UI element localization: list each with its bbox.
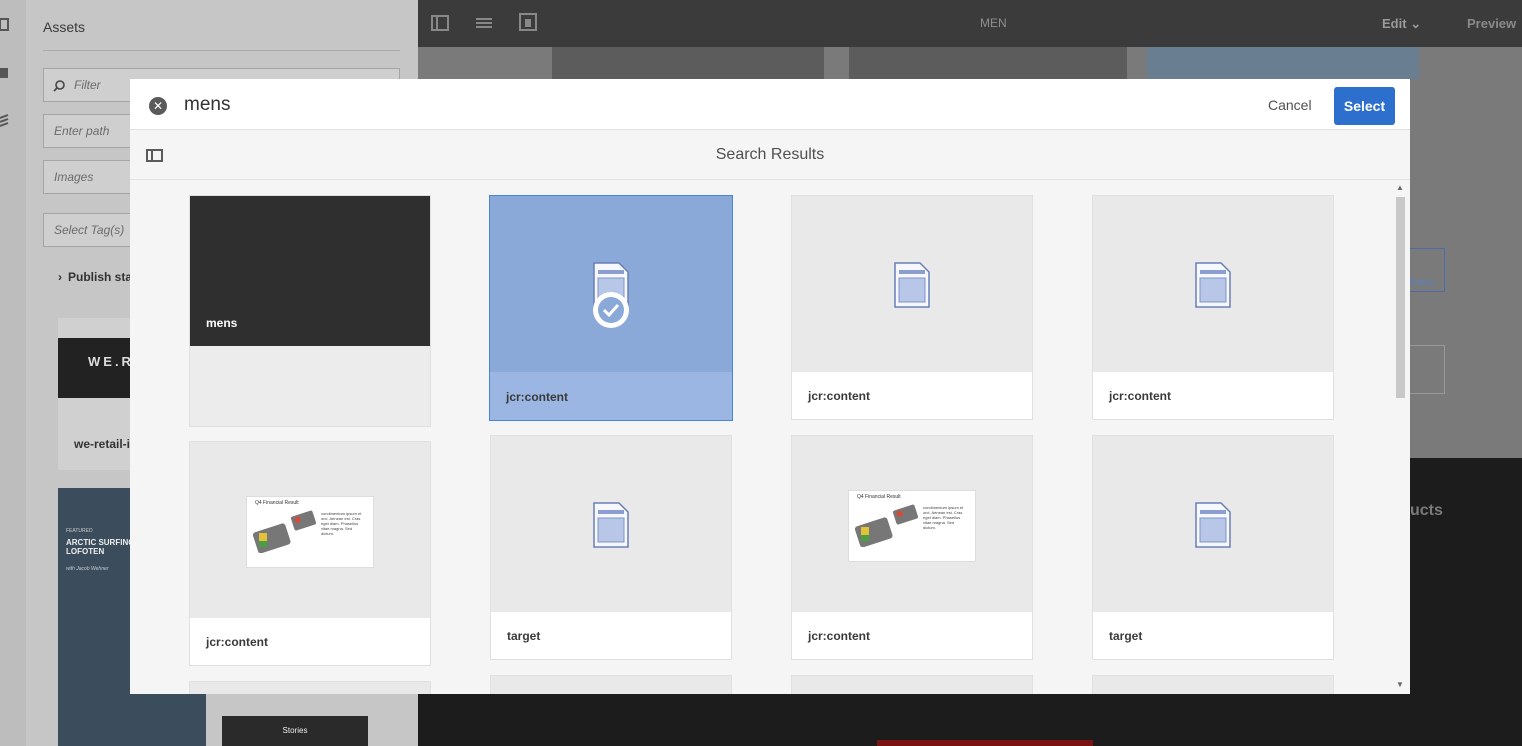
- card-label: jcr:content: [506, 390, 569, 404]
- asset-path-placeholder: Enter path: [54, 124, 110, 138]
- asset-card-stories[interactable]: Stories: [222, 716, 368, 746]
- document-icon: [894, 262, 930, 308]
- page-image: [849, 47, 1127, 79]
- asset-card-label: we-retail-i: [74, 437, 131, 451]
- asset-tags-placeholder: Select Tag(s): [54, 223, 125, 237]
- financial-report-thumbnail: Q4 Financial Result condimentum ipsum et …: [246, 496, 374, 568]
- pages-icon[interactable]: [0, 18, 10, 32]
- layers-icon[interactable]: [0, 114, 10, 128]
- cancel-button[interactable]: Cancel: [1268, 97, 1312, 113]
- document-icon: [1195, 502, 1231, 548]
- asset-result-card[interactable]: target: [490, 435, 732, 660]
- page-cta: [877, 740, 1093, 746]
- card-label: jcr:content: [206, 635, 269, 649]
- page-placeholder: [1408, 345, 1445, 394]
- card-label: target: [1109, 629, 1143, 643]
- page-button-label: Button: [1409, 277, 1436, 287]
- chevron-right-icon: ›: [58, 270, 62, 284]
- thumbnail-title: Q4 Financial Result: [255, 500, 299, 506]
- publish-status-toggle[interactable]: › Publish sta: [58, 270, 132, 284]
- preview-button[interactable]: Preview: [1467, 16, 1516, 31]
- asset-result-card[interactable]: [189, 681, 431, 694]
- scrollbar-thumb[interactable]: [1396, 197, 1405, 398]
- components-icon[interactable]: [0, 66, 10, 80]
- card-label: jcr:content: [808, 389, 871, 403]
- results-title: Search Results: [715, 146, 825, 163]
- binder-icon: [893, 504, 919, 525]
- thumbnail-title: Q4 Financial Result: [857, 494, 901, 500]
- emulator-icon[interactable]: [519, 13, 537, 31]
- thumbnail-text: condimentum ipsum et orci. Aenean est. C…: [321, 511, 362, 536]
- asset-card-tag: FEATURED: [66, 528, 93, 534]
- page-image: [552, 47, 824, 79]
- asset-result-card[interactable]: jcr:content: [489, 195, 733, 421]
- document-icon: [1195, 262, 1231, 308]
- folder-card[interactable]: mens: [189, 195, 431, 427]
- mode-label: Edit: [1382, 16, 1407, 31]
- asset-type-placeholder: Images: [54, 170, 94, 184]
- thumbnail-text: condimentum ipsum et orci. Aenean est. C…: [923, 505, 964, 530]
- asset-result-card[interactable]: Q4 Financial Result condimentum ipsum et …: [189, 441, 431, 666]
- asset-result-card[interactable]: [1092, 675, 1334, 694]
- asset-result-card[interactable]: jcr:content: [791, 195, 1033, 420]
- checkmark-icon: [593, 292, 629, 328]
- left-rail: [0, 0, 26, 746]
- asset-result-card[interactable]: jcr:content: [1092, 195, 1334, 420]
- scroll-up-arrow-icon[interactable]: ▲: [1396, 183, 1404, 192]
- card-label: target: [507, 629, 541, 643]
- chevron-down-icon: ⌄: [1410, 16, 1422, 31]
- search-icon: [53, 80, 65, 92]
- card-label: jcr:content: [808, 629, 871, 643]
- assets-panel-title: Assets: [43, 19, 86, 35]
- page-heading: ucts: [1410, 502, 1443, 519]
- asset-result-card[interactable]: Q4 Financial Result condimentum ipsum et …: [791, 435, 1033, 660]
- select-button[interactable]: Select: [1334, 87, 1395, 125]
- asset-picker-dialog: ✕ mens Cancel Select Search Results mens…: [130, 79, 1410, 694]
- asset-result-card[interactable]: [791, 675, 1033, 694]
- financial-report-thumbnail: Q4 Financial Result condimentum ipsum et …: [848, 490, 976, 562]
- publish-status-label: Publish sta: [68, 270, 133, 284]
- asset-result-card[interactable]: [490, 675, 732, 694]
- dialog-header: ✕ mens Cancel Select: [130, 79, 1410, 130]
- side-panel-icon[interactable]: [431, 15, 449, 31]
- stories-label: Stories: [282, 726, 308, 735]
- asset-card-banner: WE.R: [88, 354, 134, 369]
- page-title: MEN: [980, 16, 1007, 30]
- page-button: Button: [1408, 248, 1445, 292]
- clear-search-icon[interactable]: ✕: [149, 97, 167, 115]
- card-label: jcr:content: [1109, 389, 1172, 403]
- editor-toolbar: [418, 0, 1522, 47]
- scroll-down-arrow-icon[interactable]: ▼: [1396, 680, 1404, 689]
- divider: [43, 50, 400, 51]
- binder-icon: [291, 510, 317, 531]
- binder-icon: [253, 523, 291, 553]
- card-label: mens: [206, 316, 238, 330]
- document-icon: [593, 502, 629, 548]
- page-image: [1147, 47, 1419, 79]
- asset-filter-placeholder: Filter: [74, 78, 101, 92]
- asset-card-byline: with Jacob Wehner: [66, 566, 109, 572]
- properties-icon[interactable]: [475, 15, 493, 31]
- mode-select[interactable]: Edit ⌄: [1382, 16, 1421, 32]
- binder-icon: [855, 517, 893, 547]
- asset-result-card[interactable]: target: [1092, 435, 1334, 660]
- search-input[interactable]: mens: [184, 94, 230, 116]
